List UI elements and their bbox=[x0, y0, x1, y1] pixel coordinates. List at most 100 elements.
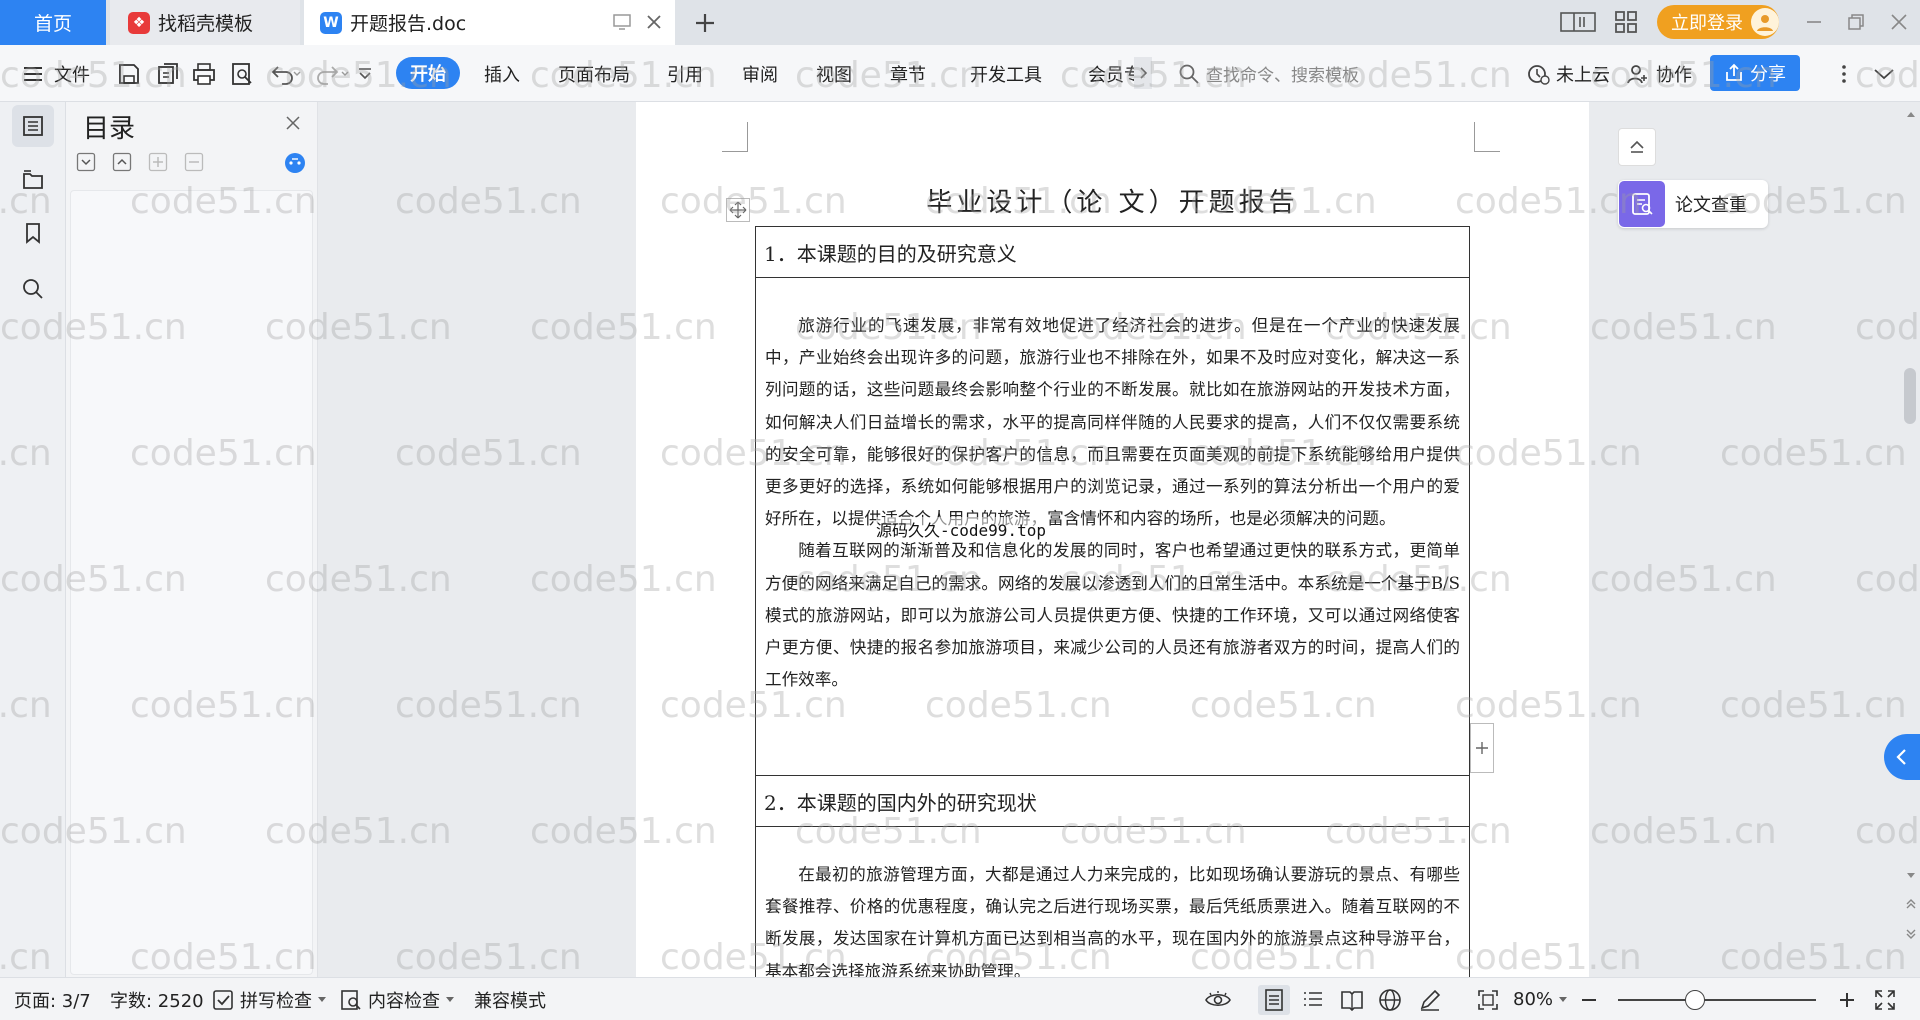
status-bar: 页面: 3/7 字数: 2520 拼写检查 内容检查 兼容模式 80% bbox=[0, 977, 1920, 1020]
collaborate-icon bbox=[1627, 64, 1647, 83]
zoom-slider-track[interactable] bbox=[1618, 999, 1816, 1001]
toc-close-icon[interactable] bbox=[284, 114, 302, 132]
toc-collapse-icon[interactable] bbox=[112, 152, 132, 172]
page-indicator[interactable]: 页面: 3/7 bbox=[14, 978, 91, 1020]
tab-developer-tools-label: 开发工具 bbox=[970, 64, 1042, 86]
toc-expand-icon[interactable] bbox=[76, 152, 96, 172]
tab-references[interactable]: 引用 bbox=[667, 45, 703, 102]
tab-home[interactable]: 首页 bbox=[0, 0, 106, 45]
tab-chapter-label: 章节 bbox=[890, 64, 926, 86]
collapse-ribbon-icon[interactable] bbox=[1872, 45, 1896, 102]
fullscreen-icon[interactable] bbox=[1874, 978, 1896, 1020]
quick-access-more-icon[interactable] bbox=[356, 45, 374, 102]
tab-insert[interactable]: 插入 bbox=[484, 45, 520, 102]
tab-daoke-templates[interactable]: ❖ 找稻壳模板 bbox=[110, 0, 300, 45]
toc-smart-icon[interactable] bbox=[284, 152, 306, 174]
tab-page-layout-label: 页面布局 bbox=[558, 64, 630, 86]
scroll-up-icon[interactable] bbox=[1906, 110, 1916, 118]
reading-view-icon[interactable] bbox=[1340, 978, 1364, 1020]
tab-review[interactable]: 审阅 bbox=[742, 45, 778, 102]
undo-icon[interactable] bbox=[268, 45, 302, 102]
search-placeholder: 查找命令、搜索模板 bbox=[1206, 66, 1359, 86]
find-icon[interactable] bbox=[12, 268, 54, 310]
scroll-thumb[interactable] bbox=[1904, 368, 1916, 424]
toc-panel-icon[interactable] bbox=[12, 105, 54, 147]
zoom-slider-thumb[interactable] bbox=[1685, 990, 1705, 1010]
bookmark-icon[interactable] bbox=[12, 212, 54, 254]
zoom-level-label: 80% bbox=[1513, 989, 1554, 1010]
crop-mark-right bbox=[1474, 122, 1500, 152]
report-table[interactable]: 1．本课题的目的及研究意义 旅游行业的飞速发展，非常有效地促进了经济社会的进步。… bbox=[755, 226, 1470, 977]
share-button[interactable]: 分享 bbox=[1710, 55, 1800, 91]
prev-page-icon[interactable] bbox=[1905, 898, 1917, 910]
compat-mode-label: 兼容模式 bbox=[474, 990, 546, 1012]
restore-icon[interactable] bbox=[1846, 12, 1866, 32]
page-view-icon[interactable] bbox=[1258, 985, 1290, 1015]
vertical-scrollbar[interactable] bbox=[1900, 102, 1920, 977]
watermark-text: code51.cn bbox=[395, 685, 582, 726]
spell-check-button[interactable]: 拼写检查 bbox=[212, 978, 326, 1020]
more-options-icon[interactable] bbox=[1840, 45, 1848, 102]
tab-chapter[interactable]: 章节 bbox=[890, 45, 926, 102]
print-preview-icon[interactable] bbox=[229, 45, 255, 102]
grid-apps-icon[interactable] bbox=[1613, 9, 1639, 35]
web-view-icon[interactable] bbox=[1378, 978, 1402, 1020]
outline-view-icon[interactable] bbox=[1302, 978, 1324, 1020]
layout-view-icon[interactable] bbox=[1560, 10, 1596, 34]
share-label: 分享 bbox=[1750, 64, 1786, 85]
left-rail bbox=[0, 102, 66, 977]
section-2-heading: 2．本课题的国内外的研究现状 bbox=[756, 776, 1469, 827]
zoom-out-icon[interactable] bbox=[1580, 978, 1598, 1020]
close-tab-icon[interactable] bbox=[644, 12, 664, 32]
export-pdf-icon[interactable] bbox=[155, 45, 181, 102]
toc-list[interactable] bbox=[70, 190, 313, 975]
new-tab-icon[interactable] bbox=[692, 10, 718, 36]
command-search[interactable]: 查找命令、搜索模板 bbox=[1178, 45, 1359, 102]
collaborate-button[interactable]: 协作 bbox=[1626, 45, 1692, 102]
minimize-icon[interactable] bbox=[1804, 12, 1824, 32]
paper-check-button[interactable]: 论文查重 bbox=[1618, 180, 1768, 228]
document-page[interactable]: 毕业设计（论 文）开题报告 1．本课题的目的及研究意义 旅游行业的飞速发展，非常… bbox=[636, 102, 1589, 977]
fit-page-icon[interactable] bbox=[1477, 978, 1499, 1020]
eye-protection-icon[interactable] bbox=[1204, 978, 1232, 1020]
menu-scroll-right-icon[interactable] bbox=[1134, 57, 1152, 89]
write-mode-icon[interactable] bbox=[1418, 978, 1442, 1020]
save-icon[interactable] bbox=[116, 45, 142, 102]
scroll-down-icon[interactable] bbox=[1906, 872, 1916, 880]
toc-remove-icon[interactable] bbox=[184, 152, 204, 172]
tab-review-label: 审阅 bbox=[742, 64, 778, 86]
print-icon[interactable] bbox=[191, 45, 217, 102]
tab-view[interactable]: 视图 bbox=[816, 45, 852, 102]
redo-icon[interactable] bbox=[316, 45, 350, 102]
tab-document[interactable]: W 开题报告.doc bbox=[304, 0, 675, 45]
table-add-column-icon[interactable] bbox=[1470, 723, 1494, 773]
search-icon bbox=[1179, 64, 1199, 84]
next-page-icon[interactable] bbox=[1905, 928, 1917, 940]
zoom-in-icon[interactable] bbox=[1838, 978, 1856, 1020]
login-button[interactable]: 立即登录 bbox=[1657, 5, 1779, 39]
spell-check-label: 拼写检查 bbox=[240, 990, 312, 1012]
section-1-heading: 1．本课题的目的及研究意义 bbox=[756, 227, 1469, 278]
file-menu[interactable]: 文件 bbox=[22, 45, 90, 102]
monitor-icon[interactable] bbox=[612, 12, 632, 32]
navigation-pane-icon[interactable] bbox=[12, 159, 54, 201]
tab-page-layout[interactable]: 页面布局 bbox=[558, 45, 630, 102]
content-check-button[interactable]: 内容检查 bbox=[340, 978, 454, 1020]
zoom-level-dropdown[interactable]: 80% bbox=[1513, 978, 1568, 1020]
side-panel-toggle-icon[interactable] bbox=[1618, 128, 1656, 166]
word-count-label: 字数: 2520 bbox=[110, 990, 204, 1012]
section-1-body[interactable]: 旅游行业的飞速发展，非常有效地促进了经济社会的进步。但是在一个产业的快速发展中，… bbox=[756, 278, 1469, 776]
tab-developer-tools[interactable]: 开发工具 bbox=[970, 45, 1042, 102]
tab-start[interactable]: 开始 bbox=[396, 57, 460, 89]
close-window-icon[interactable] bbox=[1889, 12, 1909, 32]
toc-add-icon[interactable] bbox=[148, 152, 168, 172]
watermark-text: code51.cn bbox=[395, 937, 582, 977]
cloud-status[interactable]: 未上云 bbox=[1526, 45, 1610, 102]
word-count[interactable]: 字数: 2520 bbox=[110, 978, 204, 1020]
section-2-body[interactable]: 在最初的旅游管理方面，大都是通过人力来完成的，比如现场确认要游玩的景点、有哪些套… bbox=[756, 827, 1469, 977]
table-move-handle-icon[interactable] bbox=[726, 198, 750, 222]
section-1-paragraph-2: 随着互联网的渐渐普及和信息化的发展的同时，客户也希望通过更快的联系方式，更简单方… bbox=[765, 541, 1460, 690]
spell-check-icon bbox=[213, 989, 233, 1010]
paper-check-icon bbox=[1619, 181, 1665, 227]
paper-check-label: 论文查重 bbox=[1675, 195, 1747, 216]
